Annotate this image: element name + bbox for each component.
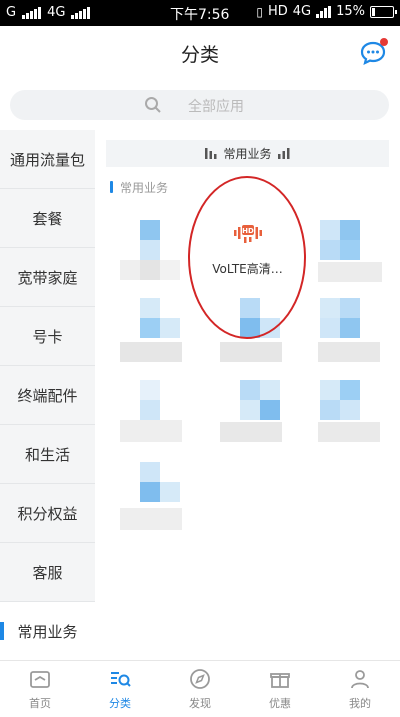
sidebar-item-points[interactable]: 积分权益 <box>0 484 95 543</box>
section-header-label: 常用业务 <box>223 147 272 161</box>
battery-percent: 15% <box>336 4 365 19</box>
nav-label-category: 分类 <box>109 697 131 710</box>
app-tile-blurred[interactable] <box>120 298 182 362</box>
notification-dot <box>380 38 388 46</box>
home-icon <box>30 671 50 688</box>
nav-item-category[interactable]: 分类 <box>80 661 160 717</box>
app-tile-blurred[interactable] <box>318 210 382 282</box>
app-tile-blurred[interactable] <box>318 298 380 362</box>
app-tile-blurred[interactable] <box>120 380 182 444</box>
sidebar-item-sim-card[interactable]: 号卡 <box>0 307 95 366</box>
vibrate-icon: ▯ <box>256 4 263 19</box>
nav-item-mine[interactable]: 我的 <box>320 661 400 717</box>
nav-item-offers[interactable]: 优惠 <box>240 661 320 717</box>
sidebar-item-service[interactable]: 客服 <box>0 543 95 602</box>
app-tile-blurred[interactable] <box>318 380 380 444</box>
section-header: 常用业务 <box>106 140 389 167</box>
network-label: 4G <box>47 5 66 20</box>
status-left: G 4G <box>6 5 91 20</box>
message-button[interactable] <box>360 38 388 66</box>
page-title: 分类 <box>180 44 219 66</box>
app-tile-blurred[interactable] <box>120 210 182 280</box>
carrier-label: G <box>6 5 17 20</box>
search-icon <box>145 97 161 113</box>
status-right: ▯ HD 4G 15% <box>256 4 397 19</box>
sidebar-item-life[interactable]: 和生活 <box>0 425 95 484</box>
bottom-nav: 首页 分类 发现 优惠 我的 <box>0 660 400 717</box>
section-label: 常用业务 <box>110 179 168 196</box>
search-bar[interactable]: 全部应用 <box>10 90 389 120</box>
signal-icon-3 <box>316 5 332 18</box>
compass-icon <box>190 669 210 689</box>
signal-icon-2 <box>71 6 91 19</box>
bars-icon-left <box>205 148 217 159</box>
sidebar-item-broadband[interactable]: 宽带家庭 <box>0 248 95 307</box>
app-header: 分类 <box>0 26 400 82</box>
app-tile-blurred[interactable] <box>220 380 282 444</box>
network-right-label: 4G <box>292 4 312 19</box>
sidebar-item-traffic[interactable]: 通用流量包 <box>0 130 95 189</box>
sidebar-item-devices[interactable]: 终端配件 <box>0 366 95 425</box>
category-icon <box>111 672 131 687</box>
search-placeholder: 全部应用 <box>188 99 244 115</box>
nav-label-mine: 我的 <box>349 697 371 710</box>
nav-item-home[interactable]: 首页 <box>0 661 80 717</box>
category-sidebar: 通用流量包 套餐 宽带家庭 号卡 终端配件 和生活 积分权益 客服 常用业务 <box>0 130 95 661</box>
app-tile-blurred[interactable] <box>120 462 182 532</box>
battery-icon <box>370 5 397 18</box>
gift-icon <box>270 673 290 688</box>
bars-icon-right <box>277 148 289 159</box>
sidebar-item-common[interactable]: 常用业务 <box>0 602 95 661</box>
hd-label: HD <box>267 4 288 19</box>
sidebar-item-plans[interactable]: 套餐 <box>0 189 95 248</box>
nav-item-discover[interactable]: 发现 <box>160 661 240 717</box>
user-icon <box>351 670 369 689</box>
nav-label-discover: 发现 <box>189 697 211 710</box>
nav-label-offers: 优惠 <box>269 697 291 710</box>
status-time: 下午7:56 <box>170 7 230 23</box>
status-bar: G 4G 下午7:56 ▯ HD 4G 15% <box>0 0 400 26</box>
nav-label-home: 首页 <box>29 697 51 710</box>
annotation-circle <box>188 176 306 339</box>
signal-icon <box>22 6 42 19</box>
